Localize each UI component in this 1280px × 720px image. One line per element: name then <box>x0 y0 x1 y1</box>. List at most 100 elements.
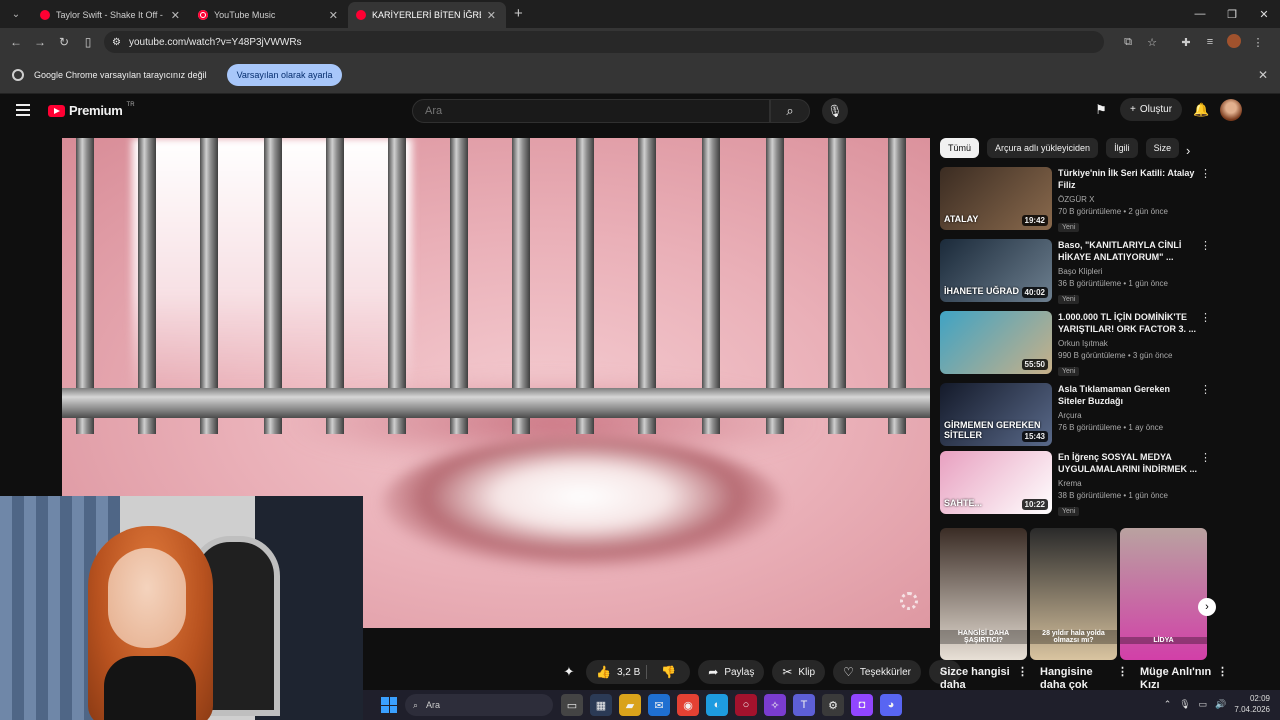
menu-icon[interactable]: ⋮ <box>1246 36 1270 49</box>
network-icon[interactable]: ▭ <box>1199 699 1208 710</box>
more-icon[interactable]: ⋮ <box>1200 311 1211 324</box>
more-icon[interactable]: ⋮ <box>1200 383 1211 396</box>
volume-icon[interactable]: 🔊 <box>1215 699 1226 710</box>
chevron-right-icon[interactable]: › <box>1186 143 1190 158</box>
microphone-icon[interactable]: 🎙 <box>1179 699 1190 710</box>
recommendation-item[interactable]: SAHTE... 10:22 En İğrenç SOSYAL MEDYA UYGU… <box>940 451 1211 517</box>
site-info-icon[interactable]: ⚙ <box>112 37 121 48</box>
hype-icon[interactable]: ✦ <box>560 664 578 680</box>
close-icon[interactable]: ✕ <box>1258 68 1268 82</box>
video-thumbnail[interactable]: 55:50 <box>940 311 1052 374</box>
edge-icon[interactable]: ◐ <box>706 694 728 716</box>
video-title[interactable]: 1.000.000 TL İÇİN DOMİNİK'TE YARIŞTILAR!… <box>1058 311 1198 335</box>
share-button[interactable]: ➦ Paylaş <box>698 660 765 684</box>
short-title-item[interactable]: Hangisine daha çok ⋮ <box>1040 666 1128 690</box>
chip-for-you[interactable]: Size <box>1145 138 1180 158</box>
recommendation-item[interactable]: İHANETE UĞRAD 40:02 Baso, "KANITLARIYLA Cİ… <box>940 239 1211 305</box>
twitch-icon[interactable]: ◘ <box>851 694 873 716</box>
reading-list-icon[interactable]: ≡ <box>1198 36 1222 48</box>
tab-3[interactable]: KARİYERLERİ BİTEN İĞRENÇ YO ✕ <box>348 2 506 28</box>
tab-1[interactable]: Taylor Swift - Shake It Off - You ✕ <box>32 2 190 28</box>
address-bar[interactable]: ⚙ youtube.com/watch?v=Y48P3jVWWRs <box>104 31 1104 53</box>
extensions-icon[interactable]: ✚ <box>1174 36 1198 49</box>
dislike-icon[interactable]: 👎 <box>653 665 684 679</box>
video-title[interactable]: Türkiye'nin İlk Seri Katili: Atalay Fili… <box>1058 167 1198 191</box>
notifications-bell-icon[interactable]: 🔔 <box>1192 102 1210 118</box>
video-thumbnail[interactable]: ATALAY 19:42 <box>940 167 1052 230</box>
video-thumbnail[interactable]: İHANETE UĞRAD 40:02 <box>940 239 1052 302</box>
channel-name[interactable]: Arçura <box>1058 411 1198 420</box>
cast-icon[interactable]: ⚑ <box>1092 102 1110 118</box>
split-view-icon[interactable]: ▯ <box>76 35 100 49</box>
more-icon[interactable]: ⋮ <box>1200 239 1211 252</box>
video-title[interactable]: Asla Tıklamaman Gereken Siteler Buzdağı <box>1058 383 1198 407</box>
reload-icon[interactable]: ↻ <box>52 35 76 49</box>
more-icon[interactable]: ⋮ <box>1217 666 1228 690</box>
create-button[interactable]: + Oluştur <box>1120 98 1183 121</box>
chrome-taskbar-icon[interactable]: ◉ <box>677 694 699 716</box>
video-thumbnail[interactable]: SAHTE... 10:22 <box>940 451 1052 514</box>
youtube-logo[interactable]: Premium TR <box>48 102 135 118</box>
close-window-icon[interactable]: ✕ <box>1248 0 1280 28</box>
clip-button[interactable]: ✂ Klip <box>772 660 826 684</box>
short-title-item[interactable]: Sizce hangisi daha ⋮ <box>940 666 1028 690</box>
chip-all[interactable]: Tümü <box>940 138 980 158</box>
settings-gear-icon[interactable]: ⚙ <box>822 694 844 716</box>
clock[interactable]: 02:09 7.04.2026 <box>1234 693 1270 715</box>
voice-search-button[interactable]: 🎙 <box>822 98 848 124</box>
forward-icon[interactable]: → <box>28 35 52 49</box>
windows-start-icon[interactable] <box>381 697 397 713</box>
discord-icon[interactable]: ◕ <box>880 694 902 716</box>
profile-icon[interactable] <box>1222 33 1246 51</box>
close-tab-icon[interactable]: ✕ <box>171 9 180 22</box>
recommendation-item[interactable]: ATALAY 19:42 Türkiye'nin İlk Seri Katili: … <box>940 167 1211 233</box>
new-tab-icon[interactable]: + <box>514 5 523 22</box>
short-thumbnail[interactable]: 28 yıldır hala yolda olmazsı mı? <box>1030 528 1117 660</box>
more-icon[interactable]: ⋮ <box>1017 666 1028 690</box>
more-icon[interactable]: ⋮ <box>1200 451 1211 464</box>
more-icon[interactable]: ⋮ <box>1200 167 1211 180</box>
search-input[interactable] <box>425 105 769 117</box>
close-tab-icon[interactable]: ✕ <box>487 9 496 22</box>
tab-2[interactable]: YouTube Music ✕ <box>190 2 348 28</box>
short-thumbnail[interactable]: LİDYA <box>1120 528 1207 660</box>
minimize-icon[interactable]: — <box>1184 0 1216 28</box>
short-thumbnail[interactable]: HANGİSİ DAHA ŞAŞIRTICI? <box>940 528 1027 660</box>
taskbar-search[interactable]: ⌕ Ara <box>405 694 553 716</box>
search-button[interactable]: ⌕ <box>770 99 810 123</box>
maximize-icon[interactable]: ❐ <box>1216 0 1248 28</box>
chip-from-uploader[interactable]: Arçura adlı yükleyiciden <box>987 138 1099 158</box>
chevron-up-icon[interactable]: ⌃ <box>1164 699 1172 710</box>
like-count[interactable]: 3,2 B <box>617 667 640 678</box>
short-title-item[interactable]: Müge Anlı'nın Kızı ⋮ <box>1140 666 1228 690</box>
install-icon[interactable]: ⧉ <box>1116 36 1140 49</box>
bookmark-star-icon[interactable]: ☆ <box>1140 36 1164 49</box>
channel-name[interactable]: Başo Klipleri <box>1058 267 1198 276</box>
hamburger-menu-icon[interactable] <box>16 104 30 116</box>
more-icon[interactable]: ⋮ <box>1117 666 1128 690</box>
channel-name[interactable]: ÖZGÜR X <box>1058 195 1198 204</box>
file-explorer-icon[interactable]: ▰ <box>619 694 641 716</box>
chip-related[interactable]: İlgili <box>1106 138 1138 158</box>
teams-icon[interactable]: T <box>793 694 815 716</box>
recommendation-item[interactable]: 55:50 1.000.000 TL İÇİN DOMİNİK'TE YARIŞT… <box>940 311 1211 377</box>
store-icon[interactable]: ▦ <box>590 694 612 716</box>
copilot-icon[interactable]: ✧ <box>764 694 786 716</box>
video-title[interactable]: En İğrenç SOSYAL MEDYA UYGULAMALARINI İN… <box>1058 451 1198 475</box>
chevron-right-icon[interactable]: › <box>1198 598 1216 616</box>
tab-search-icon[interactable]: ⌄ <box>4 2 28 26</box>
video-title[interactable]: Baso, "KANITLARIYLA CİNLİ HİKAYE ANLATIY… <box>1058 239 1198 263</box>
video-thumbnail[interactable]: GİRMEMEN GEREKEN SİTELER 15:43 <box>940 383 1052 446</box>
recommendation-item[interactable]: GİRMEMEN GEREKEN SİTELER 15:43 Asla Tıklam… <box>940 383 1211 449</box>
search-box[interactable] <box>412 99 770 123</box>
outlook-icon[interactable]: ✉ <box>648 694 670 716</box>
channel-name[interactable]: Krema <box>1058 479 1198 488</box>
like-icon[interactable]: 👍 <box>596 665 611 679</box>
back-icon[interactable]: ← <box>4 35 28 49</box>
opera-icon[interactable]: ○ <box>735 694 757 716</box>
channel-name[interactable]: Orkun Işıtmak <box>1058 339 1198 348</box>
close-tab-icon[interactable]: ✕ <box>329 9 338 22</box>
thanks-button[interactable]: ♡ Teşekkürler <box>833 660 921 684</box>
avatar[interactable] <box>1220 98 1243 121</box>
set-default-button[interactable]: Varsayılan olarak ayarla <box>226 63 343 86</box>
